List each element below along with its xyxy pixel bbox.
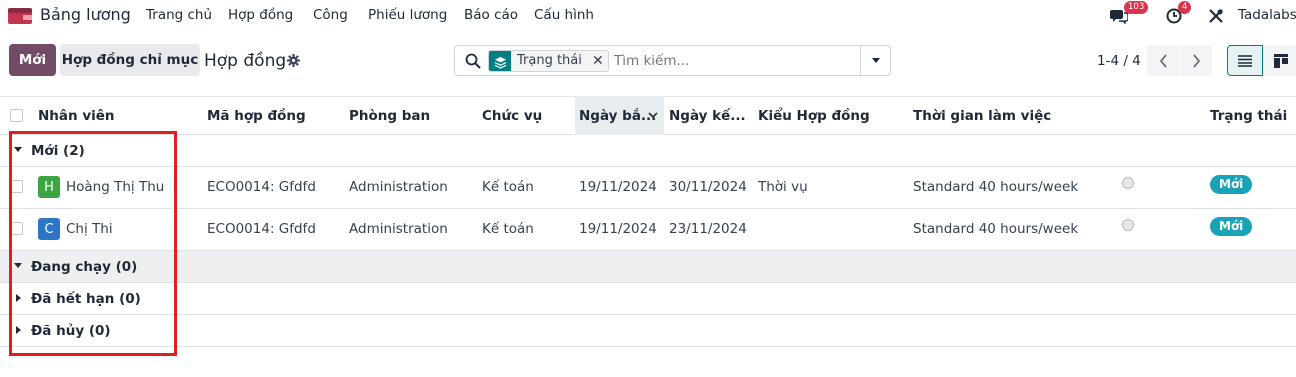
group-row-running[interactable]: Đang chạy (0) (0, 251, 1296, 283)
chevron-right-icon (1192, 53, 1200, 68)
col-position[interactable]: Chức vụ (482, 108, 542, 124)
kanban-view-button[interactable] (1263, 45, 1296, 76)
menu-bao-cao[interactable]: Báo cáo (464, 7, 518, 23)
top-navbar: Bảng lương Trang chủ Hợp đồng Công Phiếu… (0, 0, 1296, 30)
menu-trang-chu[interactable]: Trang chủ (146, 7, 212, 23)
table-row[interactable]: H Hoàng Thị Thu ECO0014: Gfdfd Administr… (0, 167, 1296, 209)
new-button[interactable]: Mới (9, 44, 56, 76)
pager-next-button[interactable] (1180, 45, 1212, 76)
end-date: 30/11/2024 (669, 179, 747, 195)
annotation-highlight-box (9, 131, 177, 356)
caret-down-icon (871, 58, 880, 63)
group-row-cancelled[interactable]: Đã hủy (0) (0, 315, 1296, 347)
messages-button[interactable]: 103 (1110, 1, 1149, 26)
menu-cau-hinh[interactable]: Cấu hình (534, 7, 594, 23)
department: Administration (349, 221, 448, 237)
page-title: Hợp đồng (204, 51, 287, 71)
search-panel: Trạng thái ✕ (454, 45, 891, 76)
col-department[interactable]: Phòng ban (349, 108, 430, 124)
list-view-button[interactable] (1227, 45, 1263, 76)
messages-count-badge: 103 (1124, 1, 1149, 14)
select-all-checkbox[interactable] (10, 109, 23, 122)
sort-desc-icon (648, 112, 658, 119)
activities-count-badge: 4 (1178, 1, 1192, 14)
menu-hop-dong[interactable]: Hợp đồng (228, 7, 293, 23)
col-start-date[interactable]: Ngày bắ... (579, 108, 656, 124)
gear-icon[interactable] (287, 54, 300, 67)
filter-facet[interactable]: Trạng thái ✕ (488, 50, 609, 72)
department: Administration (349, 179, 448, 195)
col-end-date[interactable]: Ngày kế... (669, 108, 746, 124)
activity-status-dot[interactable] (1122, 219, 1134, 231)
status-badge: Mới (1210, 175, 1253, 194)
status-badge: Mới (1210, 217, 1253, 236)
working-schedule: Standard 40 hours/week (913, 179, 1079, 195)
payroll-app-icon[interactable] (8, 6, 32, 24)
tools-button[interactable] (1208, 4, 1232, 26)
col-working-schedule[interactable]: Thời gian làm việc (913, 108, 1051, 124)
kanban-icon (1274, 53, 1288, 68)
table-header: Nhân viên Mã hợp đồng Phòng ban Chức vụ … (0, 96, 1296, 135)
group-row-new[interactable]: Mới (2) (0, 135, 1296, 167)
facet-label: Trạng thái (511, 51, 588, 71)
menu-cong[interactable]: Công (313, 7, 348, 23)
contract-index-button[interactable]: Hợp đồng chỉ mục (60, 44, 200, 76)
search-icon[interactable] (465, 53, 481, 69)
pager-value[interactable]: 1-4 / 4 (1097, 53, 1141, 69)
contract-type: Thời vụ (758, 179, 808, 195)
end-date: 23/11/2024 (669, 221, 747, 237)
pager-previous-button[interactable] (1147, 45, 1179, 76)
position: Kế toán (482, 221, 534, 237)
position: Kế toán (482, 179, 534, 195)
layers-icon (489, 51, 511, 71)
col-employee[interactable]: Nhân viên (38, 108, 115, 124)
activities-button[interactable]: 4 (1166, 1, 1192, 26)
table-row[interactable]: C Chị Thi ECO0014: Gfdfd Administration … (0, 209, 1296, 251)
menu-phieu-luong[interactable]: Phiếu lương (368, 7, 447, 23)
list-icon (1238, 54, 1252, 67)
col-status[interactable]: Trạng thái (1210, 108, 1287, 124)
search-options-toggle[interactable] (860, 46, 890, 75)
group-row-expired[interactable]: Đã hết hạn (0) (0, 283, 1296, 315)
start-date: 19/11/2024 (579, 179, 657, 195)
start-date: 19/11/2024 (579, 221, 657, 237)
chevron-left-icon (1159, 53, 1167, 68)
col-contract-type[interactable]: Kiểu Hợp đồng (758, 108, 870, 124)
contract-code: ECO0014: Gfdfd (207, 179, 316, 195)
working-schedule: Standard 40 hours/week (913, 221, 1079, 237)
tools-icon (1209, 9, 1223, 23)
app-title[interactable]: Bảng lương (40, 5, 131, 24)
col-contract-code[interactable]: Mã hợp đồng (207, 108, 306, 124)
activity-status-dot[interactable] (1122, 177, 1134, 189)
remove-facet-icon[interactable]: ✕ (587, 51, 608, 71)
company-switcher[interactable]: Tadalabs (1238, 7, 1296, 23)
contract-code: ECO0014: Gfdfd (207, 221, 316, 237)
search-input[interactable] (614, 53, 854, 69)
